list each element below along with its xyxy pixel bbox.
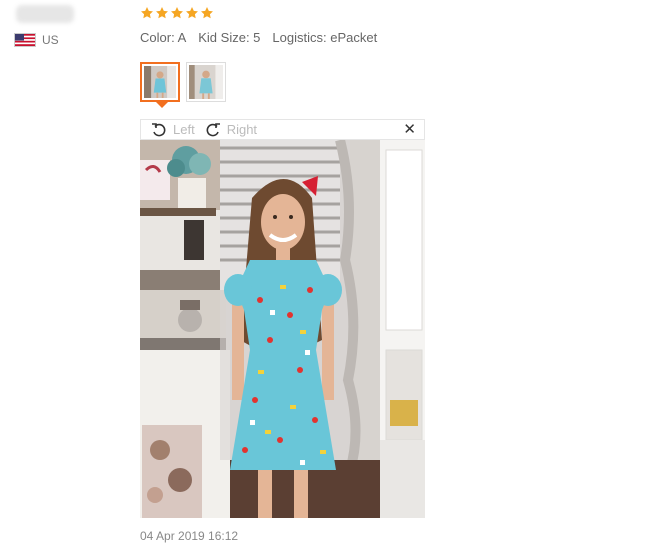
close-icon[interactable]: ✕ [403,120,416,139]
star-icon [201,7,213,19]
reviewer-name-blurred [16,5,74,23]
star-icon [141,7,153,19]
thumbnail-strip [140,62,232,108]
attr-kid-size: Kid Size: 5 [198,30,261,45]
rotate-left-label: Left [173,122,195,137]
star-rating [140,6,215,20]
thumbnail-1[interactable] [140,62,180,108]
review-date: 04 Apr 2019 16:12 [140,529,239,543]
rotate-right-button[interactable]: Right [205,122,257,137]
active-thumbnail-indicator [156,102,168,108]
review-photo [140,140,425,518]
rotate-left-icon [152,122,166,136]
review-attributes: Color: A Kid Size: 5 Logistics: ePacket [140,30,389,45]
attr-color: Color: A [140,30,187,45]
star-icon [156,7,168,19]
attr-logistics: Logistics: ePacket [272,30,378,45]
rotate-right-icon [206,122,220,136]
thumbnail-2[interactable] [186,62,226,102]
rotate-left-button[interactable]: Left [151,122,195,137]
thumbnail-2-image [189,65,223,99]
thumbnail-1-image [144,66,176,98]
star-icon [186,7,198,19]
country-code: US [42,33,59,47]
reviewer-country: US [14,33,59,47]
us-flag-icon [14,33,36,47]
image-viewer-toolbar: Left Right ✕ [140,119,425,140]
star-icon [171,7,183,19]
rotate-right-label: Right [226,122,258,137]
